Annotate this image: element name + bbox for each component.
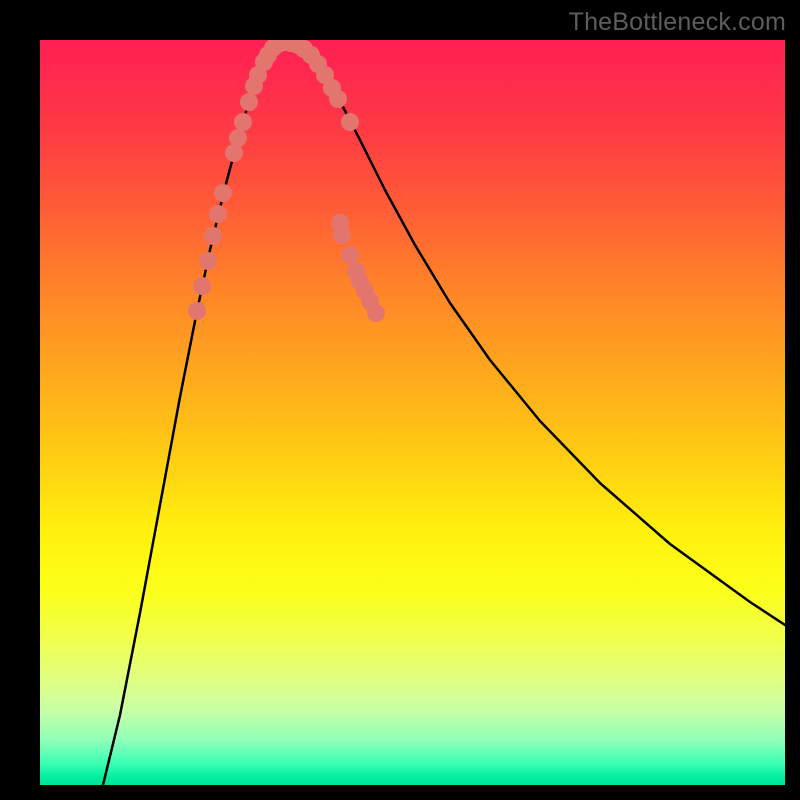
marker-dot	[214, 184, 232, 202]
marker-points	[188, 40, 385, 322]
chart-frame: TheBottleneck.com	[0, 0, 800, 800]
marker-dot	[188, 302, 206, 320]
curve-line	[103, 42, 785, 785]
marker-dot	[341, 113, 359, 131]
marker-dot	[329, 90, 347, 108]
marker-dot	[209, 205, 227, 223]
marker-dot	[204, 227, 222, 245]
marker-dot	[229, 129, 247, 147]
marker-dot	[341, 246, 359, 264]
chart-svg	[40, 40, 785, 785]
marker-dot	[240, 93, 258, 111]
marker-dot	[199, 252, 217, 270]
marker-dot	[234, 113, 252, 131]
bottleneck-curve	[103, 42, 785, 785]
plot-area	[40, 40, 785, 785]
marker-dot	[333, 226, 351, 244]
marker-dot	[367, 304, 385, 322]
watermark-text: TheBottleneck.com	[569, 8, 786, 37]
marker-dot	[193, 277, 211, 295]
